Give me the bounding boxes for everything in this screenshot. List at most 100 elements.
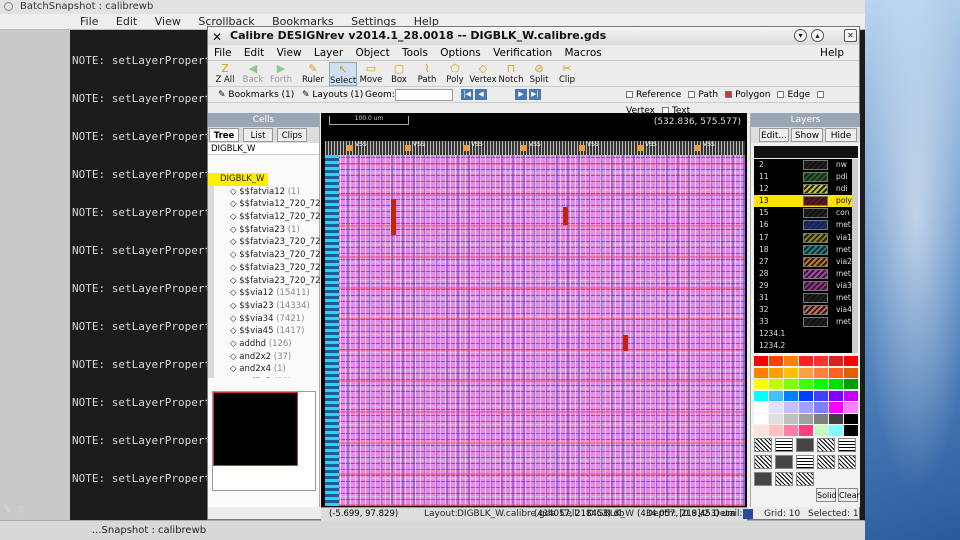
color-swatch[interactable]	[769, 356, 783, 367]
cell-tree-item[interactable]: ◇ $$via23 (14334)	[208, 300, 320, 313]
pattern-swatch[interactable]	[754, 472, 772, 486]
tool-vertex-button[interactable]: ◇ Vertex	[469, 62, 497, 86]
edit-layers-button[interactable]: Edit...	[759, 128, 789, 142]
layer-row[interactable]: 17 via1	[754, 232, 852, 244]
pattern-swatch[interactable]	[796, 472, 814, 486]
pattern-swatch[interactable]	[775, 438, 793, 452]
color-swatch[interactable]	[769, 390, 783, 401]
color-swatch[interactable]	[799, 390, 813, 401]
poly-shape[interactable]	[391, 199, 396, 235]
tool-box-button[interactable]: ▢ Box	[385, 62, 413, 86]
color-swatch[interactable]	[784, 367, 798, 378]
layer-swatch[interactable]	[803, 256, 828, 267]
tool-ruler-button[interactable]: ✎ Ruler	[299, 62, 327, 86]
menu-file[interactable]: File	[214, 47, 232, 59]
layer-row[interactable]: 33 met	[754, 316, 852, 328]
prev-icon[interactable]: ◀	[475, 89, 487, 100]
layer-swatch[interactable]	[803, 280, 828, 291]
pattern-swatch[interactable]	[754, 438, 772, 452]
filter-polygon[interactable]: Polygon	[725, 90, 770, 100]
color-swatch[interactable]	[829, 356, 843, 367]
color-swatch[interactable]	[784, 390, 798, 401]
color-swatch[interactable]	[844, 356, 858, 367]
layouts-button[interactable]: ✎ Layouts (1)	[302, 87, 363, 103]
bookmarks-button[interactable]: ✎ Bookmarks (1)	[218, 87, 294, 103]
menu-macros[interactable]: Macros	[564, 47, 601, 59]
tab-clips[interactable]: Clips	[277, 128, 307, 142]
filter-path[interactable]: Path	[688, 90, 718, 100]
pattern-swatch[interactable]	[775, 455, 793, 469]
cell-tree-item[interactable]: ◇ $$fatvia23_720_720	[208, 249, 320, 262]
layer-row[interactable]: 11 pdi	[754, 171, 852, 183]
cell-tree-item[interactable]: ◇ and2x4 (1)	[208, 363, 320, 376]
color-swatch[interactable]	[844, 390, 858, 401]
color-swatch[interactable]	[769, 402, 783, 413]
cell-tree-item[interactable]: ◇ $$via34 (7421)	[208, 313, 320, 326]
tool-select-button[interactable]: ↖ Select	[329, 62, 357, 86]
cell-tree-item[interactable]: ◇ $$fatvia23_720_720	[208, 236, 320, 249]
menu-layer[interactable]: Layer	[314, 47, 343, 59]
layer-swatch[interactable]	[803, 220, 828, 231]
minimize-button[interactable]: ▾	[794, 29, 807, 42]
menu-edit[interactable]: Edit	[244, 47, 264, 59]
show-layers-button[interactable]: Show	[791, 128, 823, 142]
close-button[interactable]: ✕	[844, 29, 857, 42]
layer-row[interactable]: 16 met	[754, 219, 852, 231]
geom-input[interactable]	[395, 89, 453, 101]
cell-tree-item[interactable]: ◇ $$via45 (1417)	[208, 325, 320, 338]
color-swatch[interactable]	[844, 367, 858, 378]
color-swatch[interactable]	[829, 367, 843, 378]
color-swatch[interactable]	[829, 425, 843, 436]
layer-row[interactable]: 18 met	[754, 244, 852, 256]
tool-poly-button[interactable]: ⬠ Poly	[441, 62, 469, 86]
layer-row[interactable]: 12 ndi	[754, 183, 852, 195]
color-swatch[interactable]	[844, 402, 858, 413]
checkbox-icon[interactable]	[725, 91, 733, 98]
pattern-swatch[interactable]	[775, 472, 793, 486]
color-swatch[interactable]	[844, 413, 858, 425]
color-swatch[interactable]	[814, 379, 828, 390]
layer-swatch[interactable]	[803, 232, 828, 243]
terminal-output[interactable]: NOTE: setLayerProperti NOTE: setLayerProp…	[4, 30, 218, 520]
color-swatch[interactable]	[814, 356, 828, 367]
tool-forth-button[interactable]: ▶ Forth	[267, 62, 295, 86]
cell-preview[interactable]	[212, 391, 316, 491]
color-swatch[interactable]	[769, 379, 783, 390]
layer-swatch[interactable]	[803, 172, 828, 183]
tool-move-button[interactable]: ▭ Move	[357, 62, 385, 86]
current-cell-field[interactable]: DIGBLK_W	[208, 143, 319, 155]
layer-filter[interactable]	[754, 146, 858, 158]
poly-shape[interactable]	[623, 335, 628, 351]
cell-tree-item[interactable]: ◇ $$fatvia12 (1)	[208, 186, 320, 199]
last-icon[interactable]: ▶|	[529, 89, 541, 100]
cell-tree-item[interactable]: ◇ $$fatvia23_720_720	[208, 262, 320, 275]
menu-tools[interactable]: Tools	[402, 47, 428, 59]
color-swatch[interactable]	[754, 402, 768, 413]
color-swatch[interactable]	[754, 379, 768, 390]
color-swatch[interactable]	[814, 390, 828, 401]
taskbar-item[interactable]: ...Snapshot : calibrewb	[92, 525, 206, 536]
terminal-menu-edit[interactable]: Edit	[116, 15, 137, 28]
filter-reference[interactable]: Reference	[626, 90, 681, 100]
tab-list[interactable]: List	[243, 128, 273, 142]
color-swatch[interactable]	[784, 413, 798, 425]
color-swatch[interactable]	[829, 379, 843, 390]
color-swatch[interactable]	[799, 367, 813, 378]
layer-row[interactable]: 27 via2	[754, 256, 852, 268]
color-swatch[interactable]	[769, 413, 783, 425]
layers-scrollbar[interactable]	[852, 159, 858, 353]
menu-view[interactable]: View	[277, 47, 302, 59]
layer-swatch[interactable]	[803, 196, 828, 207]
detail-icon[interactable]	[743, 509, 753, 519]
color-swatch[interactable]	[754, 356, 768, 367]
color-swatch[interactable]	[829, 390, 843, 401]
checkbox-icon[interactable]	[626, 91, 633, 98]
cell-tree-item[interactable]: ◇ $$fatvia23 (1)	[208, 224, 320, 237]
color-swatch[interactable]	[769, 425, 783, 436]
pattern-swatch[interactable]	[796, 455, 814, 469]
color-swatch[interactable]	[844, 379, 858, 390]
layer-row[interactable]: 29 via3	[754, 280, 852, 292]
layer-row[interactable]: 2 nw	[754, 159, 852, 171]
color-swatch[interactable]	[799, 379, 813, 390]
menu-verification[interactable]: Verification	[493, 47, 552, 59]
